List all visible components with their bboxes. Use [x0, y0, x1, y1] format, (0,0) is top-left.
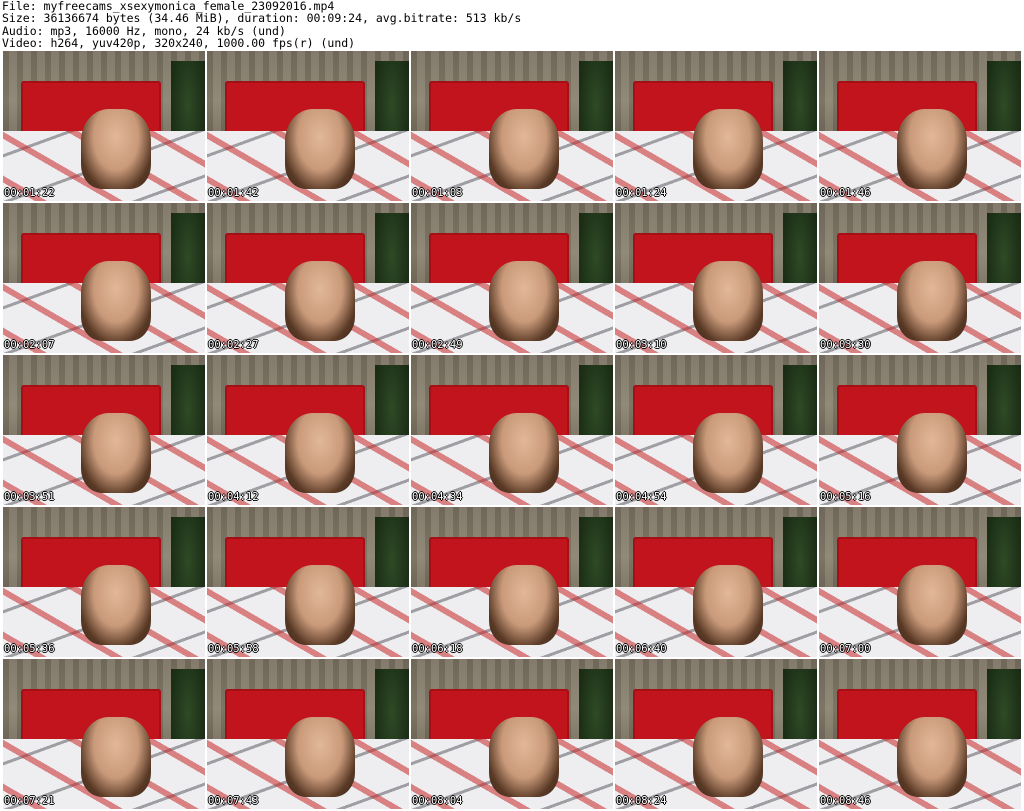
thumbnail-person: [693, 565, 763, 645]
thumbnail-timestamp: 00:01:03: [412, 187, 463, 199]
thumbnail-timestamp: 00:01:24: [616, 187, 667, 199]
thumbnail-timestamp: 00:05:16: [820, 491, 871, 503]
video-thumbnail: 00:06:40: [615, 507, 817, 657]
thumbnail-timestamp: 00:05:36: [4, 643, 55, 655]
thumbnail-timestamp: 00:03:30: [820, 339, 871, 351]
thumbnail-timestamp: 00:04:12: [208, 491, 259, 503]
video-thumbnail: 00:04:54: [615, 355, 817, 505]
thumbnail-person: [285, 109, 355, 189]
video-thumbnail: 00:05:16: [819, 355, 1021, 505]
thumbnail-person: [489, 717, 559, 797]
thumbnail-person: [897, 261, 967, 341]
video-thumbnail: 00:03:10: [615, 203, 817, 353]
thumbnail-person: [81, 565, 151, 645]
thumbnail-person: [897, 413, 967, 493]
thumbnail-timestamp: 00:08:46: [820, 795, 871, 807]
thumbnail-person: [285, 565, 355, 645]
size-line: Size: 36136674 bytes (34.46 MiB), durati…: [2, 11, 522, 26]
thumbnail-timestamp: 00:05:58: [208, 643, 259, 655]
thumbnail-person: [693, 261, 763, 341]
thumbnail-timestamp: 00:08:04: [412, 795, 463, 807]
video-thumbnail: 00:02:27: [207, 203, 409, 353]
file-info-header: File: myfreecams_xsexymonica_female_2309…: [2, 0, 1022, 50]
video-thumbnail: 00:07:00: [819, 507, 1021, 657]
thumbnail-person: [81, 413, 151, 493]
thumbnail-timestamp: 00:08:24: [616, 795, 667, 807]
thumbnail-timestamp: 00:02:07: [4, 339, 55, 351]
thumbnail-timestamp: 00:04:54: [616, 491, 667, 503]
thumbnail-person: [489, 413, 559, 493]
video-thumbnail: 00:02:49: [411, 203, 613, 353]
thumbnail-timestamp: 00:01:22: [4, 187, 55, 199]
video-thumbnail: 00:08:04: [411, 659, 613, 809]
video-thumbnail: 00:01:42: [207, 51, 409, 201]
thumbnail-timestamp: 00:06:18: [412, 643, 463, 655]
thumbnail-person: [489, 565, 559, 645]
thumbnail-person: [489, 109, 559, 189]
thumbnail-timestamp: 00:06:40: [616, 643, 667, 655]
thumbnail-timestamp: 00:07:43: [208, 795, 259, 807]
thumbnail-person: [81, 261, 151, 341]
video-thumbnail: 00:01:46: [819, 51, 1021, 201]
video-thumbnail: 00:01:24: [615, 51, 817, 201]
video-thumbnail: 00:07:43: [207, 659, 409, 809]
thumbnail-timestamp: 00:07:21: [4, 795, 55, 807]
thumbnail-timestamp: 00:02:49: [412, 339, 463, 351]
thumbnail-person: [489, 261, 559, 341]
thumbnail-grid: 00:01:22 00:01:42 00:01:03 00:01:24 00:01:46…: [3, 51, 1021, 809]
thumbnail-timestamp: 00:01:46: [820, 187, 871, 199]
thumbnail-timestamp: 00:03:51: [4, 491, 55, 503]
video-thumbnail: 00:04:12: [207, 355, 409, 505]
video-thumbnail: 00:03:30: [819, 203, 1021, 353]
video-thumbnail: 00:02:07: [3, 203, 205, 353]
video-thumbnail: 00:08:24: [615, 659, 817, 809]
thumbnail-timestamp: 00:04:34: [412, 491, 463, 503]
thumbnail-person: [693, 109, 763, 189]
thumbnail-timestamp: 00:03:10: [616, 339, 667, 351]
video-thumbnail: 00:07:21: [3, 659, 205, 809]
thumbnail-timestamp: 00:02:27: [208, 339, 259, 351]
thumbnail-person: [285, 413, 355, 493]
thumbnail-person: [897, 565, 967, 645]
thumbnail-person: [897, 109, 967, 189]
video-thumbnail: 00:08:46: [819, 659, 1021, 809]
thumbnail-person: [285, 261, 355, 341]
thumbnail-person: [693, 717, 763, 797]
thumbnail-timestamp: 00:01:42: [208, 187, 259, 199]
video-thumbnail: 00:01:22: [3, 51, 205, 201]
thumbnail-person: [81, 109, 151, 189]
video-thumbnail: 00:01:03: [411, 51, 613, 201]
thumbnail-person: [285, 717, 355, 797]
video-thumbnail: 00:06:18: [411, 507, 613, 657]
thumbnail-person: [693, 413, 763, 493]
video-thumbnail: 00:03:51: [3, 355, 205, 505]
thumbnail-person: [897, 717, 967, 797]
video-thumbnail: 00:05:58: [207, 507, 409, 657]
video-thumbnail: 00:04:34: [411, 355, 613, 505]
video-line: Video: h264, yuv420p, 320x240, 1000.00 f…: [2, 35, 356, 50]
thumbnail-person: [81, 717, 151, 797]
video-thumbnail: 00:05:36: [3, 507, 205, 657]
thumbnail-timestamp: 00:07:00: [820, 643, 871, 655]
